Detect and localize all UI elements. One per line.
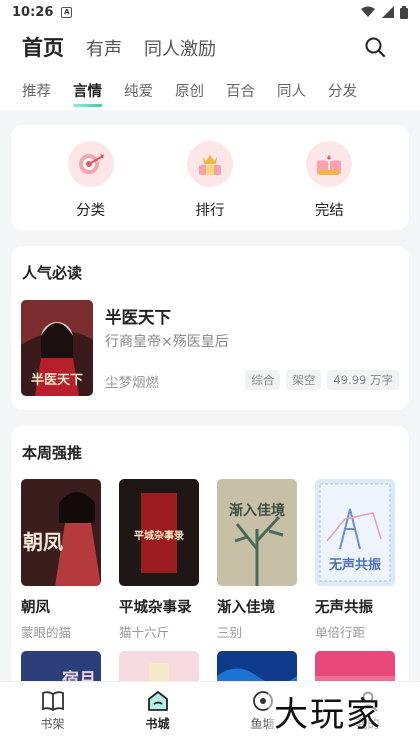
book-cover-title: 朝凤 bbox=[23, 530, 63, 554]
crown-ranking-icon bbox=[198, 155, 221, 175]
tag-word-count: 49.99 万字 bbox=[327, 370, 399, 390]
status-bar: 10:26 A bbox=[0, 0, 420, 24]
book-cover: 渐入佳境 bbox=[217, 479, 297, 586]
book-description: 行商皇帝×殇医皇后 bbox=[105, 334, 229, 350]
watermark-logo: 大玩家 bbox=[268, 681, 388, 741]
subtab-fanfic[interactable]: 同人 bbox=[277, 80, 306, 107]
bookstore-icon bbox=[147, 691, 168, 711]
header: 首页 有声 同人激励 推荐 言情 纯爱 原创 百合 同人 分发 bbox=[0, 24, 420, 110]
book-author: 猫十六斤 bbox=[119, 625, 170, 640]
open-book-icon bbox=[317, 155, 342, 175]
quick-link-label: 排行 bbox=[195, 203, 225, 219]
quick-link-ranking[interactable]: 排行 bbox=[165, 125, 255, 230]
battery-icon bbox=[400, 5, 408, 19]
book-card[interactable]: 无声共振 无声共振 单倍行距 bbox=[315, 479, 395, 641]
book-cover-title: 平城杂事录 bbox=[134, 529, 184, 542]
subtab-bl[interactable]: 纯爱 bbox=[124, 80, 153, 107]
section-title: 人气必读 bbox=[22, 264, 83, 282]
quick-links-card: 分类 排行 完结 bbox=[11, 125, 409, 230]
subtab-original[interactable]: 原创 bbox=[175, 80, 204, 107]
ranking-icon-bg bbox=[186, 141, 233, 187]
book-author: 单倍行距 bbox=[315, 625, 366, 640]
tag-genre: 综合 bbox=[245, 370, 281, 390]
book-author: 蒙眼的猫 bbox=[21, 625, 72, 640]
quick-link-label: 分类 bbox=[76, 203, 106, 219]
book-cover-art: 朝凤 bbox=[21, 479, 101, 586]
nav-bookshelf[interactable]: 书架 bbox=[0, 682, 105, 746]
tab-home[interactable]: 首页 bbox=[22, 32, 64, 62]
status-time: 10:26 bbox=[12, 4, 54, 20]
quick-link-label: 完结 bbox=[314, 203, 344, 219]
book-cover-art: 渐入佳境 bbox=[217, 479, 297, 586]
subtab-romance[interactable]: 言情 bbox=[73, 80, 102, 107]
completed-icon-bg bbox=[306, 141, 353, 187]
popular-section: 人气必读 半医天下 半医天下 行商皇帝×殇医皇后 尘梦烟燃 综合 架空 49.9… bbox=[11, 246, 409, 410]
nav-label: 书城 bbox=[145, 717, 170, 731]
book-cover: 朝凤 bbox=[21, 479, 101, 586]
quick-link-category[interactable]: 分类 bbox=[46, 125, 136, 230]
book-cover-title: 半医天下 bbox=[31, 372, 83, 388]
book-card[interactable]: 朝凤 朝凤 蒙眼的猫 bbox=[21, 479, 101, 641]
tag-setting: 架空 bbox=[286, 370, 322, 390]
nav-bookstore[interactable]: 书城 bbox=[105, 682, 210, 746]
signal-icon bbox=[382, 6, 394, 18]
book-cover: 无声共振 bbox=[315, 479, 395, 586]
book-card[interactable]: 平城杂事录 平城杂事录 猫十六斤 bbox=[119, 479, 199, 641]
book-cover[interactable]: 半医天下 bbox=[21, 300, 93, 396]
target-arrow-icon bbox=[78, 154, 104, 174]
book-cover: 平城杂事录 bbox=[119, 479, 199, 586]
subtab-gl[interactable]: 百合 bbox=[226, 80, 255, 107]
section-title: 本周强推 bbox=[22, 444, 83, 462]
book-cover-art: 平城杂事录 bbox=[119, 479, 199, 586]
book-cover-title: 无声共振 bbox=[328, 557, 381, 573]
top-tabs: 首页 有声 同人激励 bbox=[22, 32, 216, 62]
category-icon-bg bbox=[67, 141, 114, 187]
wifi-icon bbox=[361, 6, 375, 17]
book-cover-title: 渐入佳境 bbox=[229, 502, 285, 519]
book-card[interactable]: 渐入佳境 渐入佳境 三别 bbox=[217, 479, 297, 641]
book-title: 无声共振 bbox=[315, 600, 373, 616]
subtab-recommend[interactable]: 推荐 bbox=[22, 80, 51, 107]
category-subtabs: 推荐 言情 纯爱 原创 百合 同人 分发 bbox=[22, 80, 357, 107]
book-tags: 综合 架空 49.99 万字 bbox=[245, 370, 399, 390]
book-author: 三别 bbox=[217, 625, 243, 640]
weekly-picks-section: 本周强推 朝凤 朝凤 蒙眼的猫 平城杂事录 平城杂事录 猫十六斤 渐入佳境 渐入… bbox=[11, 426, 409, 696]
tab-audio[interactable]: 有声 bbox=[86, 35, 122, 61]
subtab-distribution[interactable]: 分发 bbox=[328, 80, 357, 107]
book-title: 平城杂事录 bbox=[119, 600, 192, 616]
book-author: 尘梦烟燃 bbox=[105, 375, 159, 391]
book-title: 朝凤 bbox=[21, 600, 50, 616]
book-cover-art: 半医天下 bbox=[21, 300, 93, 396]
book-grid: 朝凤 朝凤 蒙眼的猫 平城杂事录 平城杂事录 猫十六斤 渐入佳境 渐入佳境 三别… bbox=[21, 479, 395, 641]
quick-link-completed[interactable]: 完结 bbox=[284, 125, 374, 230]
search-icon[interactable] bbox=[364, 36, 386, 58]
nav-label: 书架 bbox=[40, 717, 65, 731]
book-title: 渐入佳境 bbox=[217, 600, 275, 616]
bookshelf-icon bbox=[41, 691, 64, 712]
tab-fanfic-incentive[interactable]: 同人激励 bbox=[144, 35, 216, 61]
book-title[interactable]: 半医天下 bbox=[105, 304, 171, 328]
book-cover-art: 无声共振 bbox=[315, 479, 395, 586]
app-notification-icon: A bbox=[61, 6, 73, 18]
